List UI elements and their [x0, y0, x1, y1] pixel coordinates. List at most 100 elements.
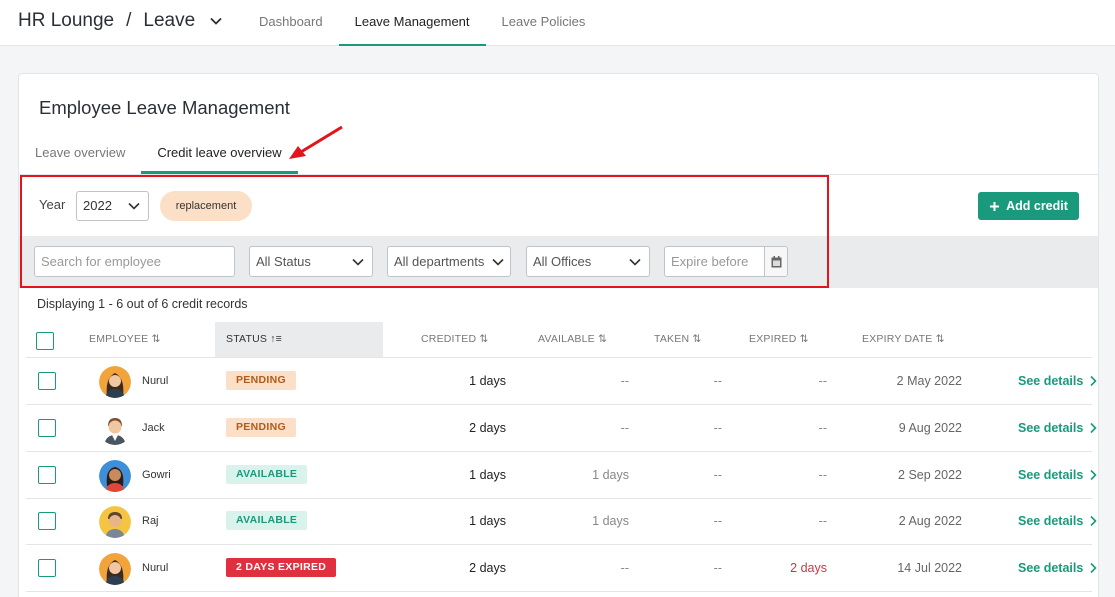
- avatar: [99, 413, 131, 445]
- chevron-down-icon: [629, 258, 641, 266]
- chevron-right-icon: [1090, 515, 1097, 527]
- status-badge: 2 DAYS EXPIRED: [226, 558, 337, 577]
- sub-tabs: Leave overview Credit leave overview: [19, 134, 298, 174]
- row-checkbox[interactable]: [38, 419, 56, 437]
- see-details-link[interactable]: See details: [1018, 498, 1097, 544]
- filter-bar: Search for employee All Status All depar…: [19, 236, 1098, 288]
- add-credit-label: Add credit: [1006, 199, 1068, 213]
- available-value: --: [620, 421, 629, 435]
- chevron-right-icon: [1090, 469, 1097, 481]
- status-badge: PENDING: [226, 371, 296, 390]
- col-expiry-date[interactable]: EXPIRY DATE ⇅: [862, 322, 945, 357]
- leave-type-chip[interactable]: replacement: [160, 191, 252, 221]
- breadcrumb: HR Lounge / Leave: [18, 10, 223, 32]
- tab-leave-policies[interactable]: Leave Policies: [486, 0, 602, 46]
- row-checkbox[interactable]: [38, 512, 56, 530]
- taken-value: --: [713, 374, 722, 388]
- row-checkbox[interactable]: [38, 559, 56, 577]
- records-summary: Displaying 1 - 6 out of 6 credit records: [37, 297, 248, 311]
- top-bar: HR Lounge / Leave Dashboard Leave Manage…: [0, 0, 1115, 46]
- module-name[interactable]: Leave: [143, 10, 195, 32]
- expired-value: --: [818, 514, 827, 528]
- col-employee[interactable]: EMPLOYEE ⇅: [89, 322, 161, 357]
- expiry-date-value: 9 Aug 2022: [898, 421, 962, 435]
- sort-asc-icon: ↑≡: [270, 333, 282, 345]
- col-available[interactable]: AVAILABLE ⇅: [538, 322, 607, 357]
- table-row[interactable]: Jack PENDING 2 days -- -- -- 9 Aug 2022 …: [26, 405, 1097, 452]
- sort-icon: ⇅: [151, 333, 161, 345]
- col-credited[interactable]: CREDITED ⇅: [421, 322, 488, 357]
- select-all-checkbox[interactable]: [36, 332, 54, 350]
- table-row[interactable]: Nurul 2 DAYS EXPIRED 2 days -- -- 2 days…: [26, 545, 1097, 592]
- page-title: Employee Leave Management: [39, 97, 290, 118]
- credited-value: 1 days: [469, 468, 506, 482]
- credited-value: 2 days: [469, 561, 506, 575]
- table-row[interactable]: Raj AVAILABLE 1 days 1 days -- -- 2 Aug …: [26, 498, 1097, 545]
- avatar: [99, 553, 131, 585]
- sort-icon: ⇅: [799, 333, 809, 345]
- chevron-down-icon: [352, 258, 364, 266]
- employee-name[interactable]: Jack: [142, 405, 165, 451]
- expiry-date-value: 2 May 2022: [896, 374, 962, 388]
- chevron-down-icon: [492, 258, 504, 266]
- col-status[interactable]: STATUS ↑≡: [215, 322, 383, 357]
- red-arrow-annotation: [289, 125, 343, 159]
- tab-dashboard[interactable]: Dashboard: [243, 0, 339, 46]
- employee-name[interactable]: Gowri: [142, 452, 171, 498]
- row-checkbox[interactable]: [38, 466, 56, 484]
- taken-value: --: [713, 514, 722, 528]
- year-value: 2022: [83, 198, 112, 213]
- breadcrumb-separator: /: [126, 10, 132, 31]
- tab-leave-overview[interactable]: Leave overview: [19, 134, 141, 174]
- expired-value: --: [818, 468, 827, 482]
- expire-before-placeholder: Expire before: [671, 254, 749, 269]
- credited-value: 2 days: [469, 421, 506, 435]
- tab-credit-leave-overview[interactable]: Credit leave overview: [141, 134, 298, 174]
- main-card: Employee Leave Management Leave overview…: [18, 73, 1099, 597]
- status-badge: AVAILABLE: [226, 511, 308, 530]
- employee-name[interactable]: Raj: [142, 498, 159, 544]
- sort-icon: ⇅: [935, 333, 945, 345]
- see-details-link[interactable]: See details: [1018, 545, 1097, 591]
- taken-value: --: [713, 421, 722, 435]
- row-checkbox[interactable]: [38, 372, 56, 390]
- brand-name[interactable]: HR Lounge: [18, 10, 114, 32]
- offices-select[interactable]: All Offices: [526, 246, 650, 277]
- chevron-down-icon[interactable]: [209, 14, 223, 28]
- expiry-date-value: 14 Jul 2022: [897, 561, 962, 575]
- see-details-link[interactable]: See details: [1018, 405, 1097, 451]
- plus-icon: [990, 201, 1000, 211]
- year-select[interactable]: 2022: [76, 191, 149, 221]
- see-details-link[interactable]: See details: [1018, 358, 1097, 404]
- expiry-date-value: 2 Aug 2022: [898, 514, 962, 528]
- table-row[interactable]: Gowri AVAILABLE 1 days 1 days -- -- 2 Se…: [26, 452, 1097, 499]
- employee-name[interactable]: Nurul: [142, 358, 168, 404]
- year-label: Year: [39, 197, 66, 212]
- expired-value: --: [818, 374, 827, 388]
- status-select-value: All Status: [256, 254, 311, 269]
- tab-divider: [19, 174, 1098, 175]
- employee-name[interactable]: Nurul: [142, 545, 168, 591]
- status-badge: PENDING: [226, 418, 296, 437]
- status-select[interactable]: All Status: [249, 246, 373, 277]
- available-value: --: [620, 561, 629, 575]
- taken-value: --: [713, 561, 722, 575]
- calendar-icon[interactable]: [764, 247, 787, 276]
- add-credit-button[interactable]: Add credit: [978, 192, 1079, 220]
- credited-value: 1 days: [469, 514, 506, 528]
- sort-icon: ⇅: [479, 333, 489, 345]
- col-taken[interactable]: TAKEN ⇅: [654, 322, 701, 357]
- available-value: 1 days: [592, 514, 629, 528]
- expire-before-input[interactable]: Expire before: [664, 246, 788, 277]
- table-row[interactable]: Nurul PENDING 1 days -- -- -- 2 May 2022…: [26, 358, 1097, 405]
- available-value: 1 days: [592, 468, 629, 482]
- expiry-date-value: 2 Sep 2022: [898, 468, 962, 482]
- see-details-link[interactable]: See details: [1018, 452, 1097, 498]
- tab-leave-management[interactable]: Leave Management: [338, 0, 486, 46]
- expired-value: --: [818, 421, 827, 435]
- search-input[interactable]: Search for employee: [34, 246, 235, 277]
- chevron-right-icon: [1090, 375, 1097, 387]
- chevron-right-icon: [1090, 422, 1097, 434]
- departments-select[interactable]: All departments: [387, 246, 511, 277]
- col-expired[interactable]: EXPIRED ⇅: [749, 322, 809, 357]
